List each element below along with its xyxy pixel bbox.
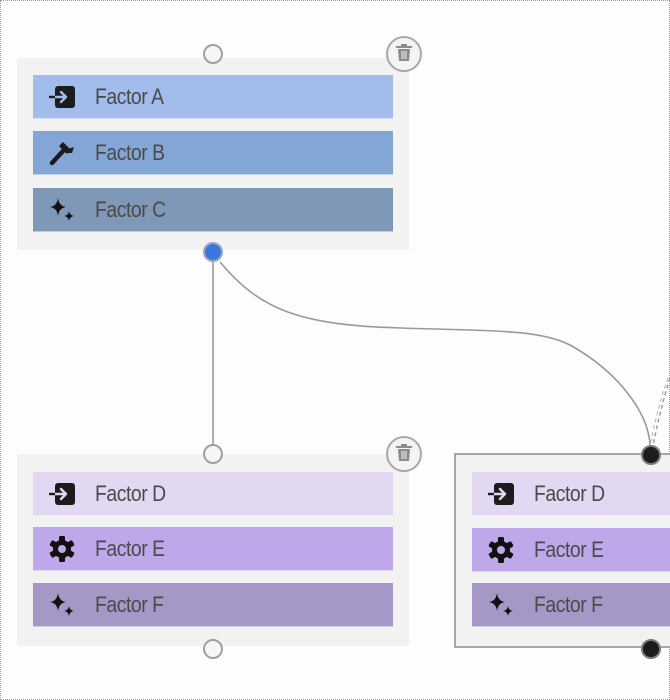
- node-row-factor-e[interactable]: Factor E: [33, 527, 393, 571]
- sparkles-icon: [486, 590, 516, 620]
- node-row-factor-f[interactable]: Factor F: [33, 583, 393, 627]
- node-3-output-handle[interactable]: [641, 639, 661, 659]
- node-row-factor-b[interactable]: Factor B: [33, 131, 393, 175]
- node-3[interactable]: Factor D Factor E Factor F: [454, 453, 670, 648]
- node-row-label: Factor B: [95, 139, 165, 165]
- login-icon: [47, 479, 77, 509]
- node-1-delete-button[interactable]: [386, 36, 422, 72]
- node-3-input-handle[interactable]: [641, 445, 661, 465]
- node-row-label: Factor E: [95, 535, 165, 561]
- node-2-delete-button[interactable]: [386, 436, 422, 472]
- sparkles-icon: [47, 195, 77, 225]
- trash-icon: [395, 442, 413, 467]
- node-2-output-handle[interactable]: [203, 639, 223, 659]
- node-row-factor-d[interactable]: Factor D: [472, 472, 670, 516]
- node-row-factor-a[interactable]: Factor A: [33, 75, 393, 119]
- gear-icon: [47, 534, 77, 564]
- node-1[interactable]: Factor A Factor B Factor C: [17, 58, 409, 250]
- login-icon: [486, 479, 516, 509]
- node-row-factor-d[interactable]: Factor D: [33, 472, 393, 516]
- login-icon: [47, 82, 77, 112]
- node-2-input-handle[interactable]: [203, 444, 223, 464]
- node-row-label: Factor F: [534, 591, 603, 617]
- node-row-label: Factor F: [95, 591, 164, 617]
- node-row-label: Factor C: [95, 196, 166, 222]
- node-row-factor-f[interactable]: Factor F: [472, 583, 670, 627]
- node-row-label: Factor D: [95, 480, 166, 506]
- trash-icon: [395, 42, 413, 67]
- node-row-factor-e[interactable]: Factor E: [472, 528, 670, 572]
- sparkles-icon: [47, 590, 77, 620]
- node-row-label: Factor A: [95, 83, 164, 109]
- node-2[interactable]: Factor D Factor E Factor F: [17, 454, 409, 646]
- node-row-factor-c[interactable]: Factor C: [33, 188, 393, 232]
- node-1-input-handle[interactable]: [203, 44, 223, 64]
- node-row-label: Factor E: [534, 536, 604, 562]
- node-row-label: Factor D: [534, 480, 605, 506]
- node-1-output-handle[interactable]: [203, 242, 223, 262]
- hammer-icon: [47, 138, 77, 168]
- gear-icon: [486, 535, 516, 565]
